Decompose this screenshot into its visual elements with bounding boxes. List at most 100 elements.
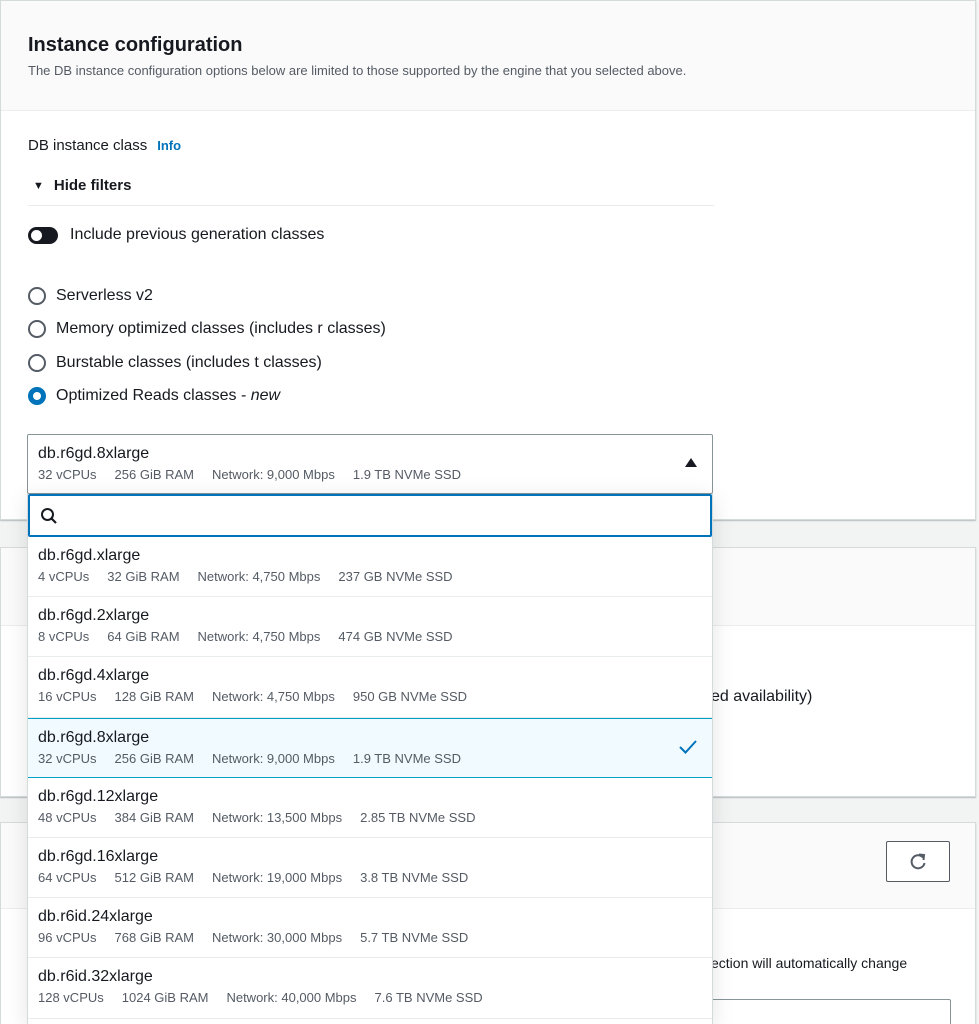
dropdown-option[interactable]: db.r6id.32xlarge 128 vCPUs 1024 GiB RAM Net… [28, 958, 712, 1019]
dropdown-option[interactable]: db.r6gd.4xlarge 16 vCPUs 128 GiB RAM Networ… [28, 657, 712, 718]
option-tag: Network: 13,500 Mbps [212, 809, 343, 825]
dropdown-option[interactable]: db.r6gd.8xlarge 32 vCPUs 256 GiB RAM Networ… [28, 717, 712, 778]
option-tags: 128 vCPUs 1024 GiB RAM Network: 40,000 Mbp… [38, 990, 702, 1005]
divider [28, 205, 714, 206]
option-tag: 384 GiB RAM [114, 809, 195, 825]
radio-memory-optimized[interactable]: Memory optimized classes (includes r cla… [28, 313, 386, 347]
option-tag: 5.7 TB NVMe SSD [360, 930, 469, 946]
checkmark-icon [679, 739, 697, 754]
radio-label: Optimized Reads classes - new [56, 387, 280, 405]
option-name: db.r6gd.2xlarge [38, 607, 150, 625]
option-tags: 48 vCPUs 384 GiB RAM Network: 13,500 Mbps 2… [38, 810, 702, 825]
option-tag: 128 vCPUs [38, 990, 104, 1006]
option-tags: 16 vCPUs 128 GiB RAM Network: 4,750 Mbps 95… [38, 689, 702, 704]
option-name: db.r6gd.4xlarge [38, 667, 150, 685]
section-title: Instance configuration [28, 34, 243, 56]
db-instance-class-label: DB instance class [28, 137, 148, 154]
option-tag: Network: 30,000 Mbps [212, 930, 343, 946]
option-tags: 4 vCPUs 32 GiB RAM Network: 4,750 Mbps 237 … [38, 569, 702, 584]
option-name: db.r6id.24xlarge [38, 908, 153, 926]
option-tag: 950 GB NVMe SSD [352, 689, 468, 705]
radio-label: Serverless v2 [56, 286, 153, 304]
option-tags: 32 vCPUs 256 GiB RAM Network: 9,000 Mbps 1.… [38, 751, 702, 766]
option-tag: 7.6 TB NVMe SSD [374, 990, 483, 1006]
option-tag: 474 GB NVMe SSD [338, 629, 453, 645]
dropdown-option[interactable]: db.r6gd.2xlarge 8 vCPUs 64 GiB RAM Network:… [28, 597, 712, 658]
options-list: db.r6gd.xlarge 4 vCPUs 32 GiB RAM Network: … [28, 537, 712, 1019]
option-tag: 1024 GiB RAM [121, 990, 209, 1006]
partial-connection-text: ection will automatically change [711, 955, 908, 971]
search-input[interactable] [66, 507, 710, 524]
panel-header: Instance configuration The DB instance c… [1, 1, 975, 111]
option-tag: 768 GiB RAM [114, 930, 195, 946]
dropdown-search[interactable] [28, 494, 712, 537]
dropdown-option[interactable]: db.r6gd.xlarge 4 vCPUs 32 GiB RAM Network: … [28, 537, 712, 598]
db-instance-class-select[interactable]: db.r6gd.8xlarge 32 vCPUs 256 GiB RAM Net… [27, 434, 713, 494]
radio-serverless-v2[interactable]: Serverless v2 [28, 279, 386, 313]
caret-down-icon: ▼ [33, 179, 44, 192]
option-name: db.r6gd.12xlarge [38, 787, 159, 805]
option-tag: 8 vCPUs [38, 629, 90, 645]
radio-button[interactable] [28, 286, 46, 305]
dropdown-option[interactable]: db.r6id.24xlarge 96 vCPUs 768 GiB RAM Netwo… [28, 898, 712, 959]
section-description: The DB instance configuration options be… [28, 63, 687, 78]
option-tag: 3.8 TB NVMe SSD [360, 869, 469, 885]
info-link[interactable]: Info [157, 138, 181, 153]
db-instance-class-label-row: DB instance class Info [28, 137, 181, 154]
dropdown-option[interactable]: db.r6gd.12xlarge 48 vCPUs 384 GiB RAM Netwo… [28, 778, 712, 838]
radio-button[interactable] [28, 320, 46, 339]
radio-label: Burstable classes (includes t classes) [56, 353, 322, 371]
option-tag: Network: 19,000 Mbps [212, 869, 343, 885]
option-tag: 4 vCPUs [38, 569, 90, 584]
radio-button-checked[interactable] [28, 387, 46, 406]
option-tag: 2.85 TB NVMe SSD [360, 809, 476, 825]
selected-value: db.r6gd.8xlarge [38, 445, 150, 462]
search-icon [41, 507, 57, 524]
radio-button[interactable] [28, 353, 46, 372]
option-tag: 96 vCPUs [38, 930, 97, 946]
option-tags: 96 vCPUs 768 GiB RAM Network: 30,000 Mbps 5… [38, 930, 702, 945]
instance-class-dropdown: db.r6gd.xlarge 4 vCPUs 32 GiB RAM Network: … [27, 494, 713, 1024]
option-tag: Network: 4,750 Mbps [212, 689, 335, 705]
dropdown-option[interactable]: db.r6gd.16xlarge 64 vCPUs 512 GiB RAM Netwo… [28, 838, 712, 899]
option-tag: 64 GiB RAM [107, 629, 180, 645]
option-name: db.r6gd.16xlarge [38, 847, 159, 865]
hide-filters-toggle[interactable]: ▼ Hide filters [33, 177, 131, 194]
option-tags: 64 vCPUs 512 GiB RAM Network: 19,000 Mbps 3… [38, 870, 702, 885]
option-tag: Network: 40,000 Mbps [226, 990, 357, 1006]
option-tag: Network: 4,750 Mbps [197, 629, 321, 645]
new-badge-text: new [250, 387, 281, 405]
option-tag: 256 GiB RAM [114, 750, 195, 766]
tag-ram: 256 GiB RAM [114, 467, 195, 482]
option-tag: 1.9 TB NVMe SSD [352, 750, 461, 766]
refresh-icon [910, 853, 926, 869]
previous-generation-toggle-row: Include previous generation classes [28, 226, 324, 244]
radio-optimized-reads[interactable]: Optimized Reads classes - new [28, 380, 386, 414]
option-tag: 512 GiB RAM [114, 869, 195, 885]
tag-vcpus: 32 vCPUs [38, 467, 97, 482]
partial-availability-text: ed availability) [711, 688, 813, 705]
caret-up-icon [685, 458, 697, 467]
option-name: db.r6gd.xlarge [38, 547, 141, 564]
previous-generation-toggle[interactable] [28, 226, 58, 244]
tag-network: Network: 9,000 Mbps [212, 467, 335, 482]
selected-tags: 32 vCPUs 256 GiB RAM Network: 9,000 Mbps… [38, 467, 702, 482]
option-tag: 48 vCPUs [38, 809, 97, 825]
option-tag: 32 vCPUs [38, 750, 97, 766]
option-name: db.r6id.32xlarge [38, 968, 153, 986]
class-radio-group: Serverless v2 Memory optimized classes (… [28, 279, 386, 413]
radio-label: Memory optimized classes (includes r cla… [56, 320, 386, 338]
option-tag: Network: 4,750 Mbps [197, 569, 321, 584]
refresh-button[interactable] [886, 841, 950, 882]
option-tag: 32 GiB RAM [107, 569, 180, 584]
option-tag: Network: 9,000 Mbps [212, 750, 335, 766]
option-tag: 128 GiB RAM [114, 689, 195, 705]
radio-burstable[interactable]: Burstable classes (includes t classes) [28, 346, 386, 380]
option-tag: 16 vCPUs [38, 689, 97, 705]
toggle-label: Include previous generation classes [70, 226, 325, 243]
hide-filters-label: Hide filters [53, 177, 132, 194]
option-tag: 64 vCPUs [38, 869, 97, 885]
option-tag: 237 GB NVMe SSD [338, 569, 453, 584]
tag-storage: 1.9 TB NVMe SSD [352, 467, 461, 482]
option-tags: 8 vCPUs 64 GiB RAM Network: 4,750 Mbps 474 … [38, 629, 702, 644]
